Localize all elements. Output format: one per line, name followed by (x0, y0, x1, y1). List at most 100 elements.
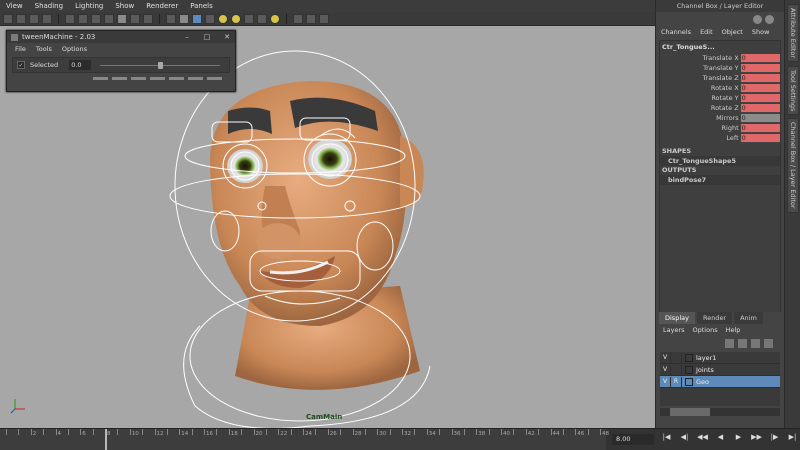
attr-right[interactable]: Right 0 (660, 123, 780, 133)
menu-tools[interactable]: Tools (36, 45, 52, 53)
menu-file[interactable]: File (15, 45, 26, 53)
safe-title-icon[interactable] (143, 13, 153, 24)
tab-channel-box[interactable]: Channel Box / Layer Editor (787, 118, 799, 213)
attr-rotate-x[interactable]: Rotate X0 (660, 83, 780, 93)
tab-render[interactable]: Render (696, 312, 733, 324)
tweenmachine-titlebar[interactable]: tweenMachine - 2.03 – □ ✕ (7, 31, 235, 43)
layer-row[interactable]: V Joints (660, 364, 780, 376)
camera-attributes-icon[interactable] (16, 13, 26, 24)
attr-translate-y[interactable]: Translate Y0 (660, 63, 780, 73)
attr-value[interactable]: 0 (740, 133, 780, 143)
visibility-toggle[interactable]: V (660, 364, 671, 375)
tween-preset-button[interactable] (112, 77, 127, 80)
step-forward-key-icon[interactable]: |▶ (768, 433, 781, 441)
menu-object[interactable]: Object (722, 28, 743, 36)
selected-checkbox[interactable]: ✓ (17, 61, 25, 69)
tween-slider[interactable] (100, 61, 221, 69)
step-forward-frame-icon[interactable]: ▶▶ (750, 433, 763, 441)
layer-row[interactable]: V R Geo (660, 376, 780, 388)
gate-mask-icon[interactable] (104, 13, 114, 24)
help-icon[interactable] (753, 14, 762, 24)
use-all-lights-icon[interactable] (218, 13, 228, 24)
xray-active-icon[interactable] (306, 13, 316, 24)
smooth-shade-icon[interactable] (179, 13, 189, 24)
menu-options[interactable]: Options (693, 326, 718, 334)
attr-value[interactable]: 0 (740, 53, 780, 63)
grid-icon[interactable] (65, 13, 75, 24)
menu-channels[interactable]: Channels (661, 28, 691, 36)
maximize-button[interactable]: □ (199, 32, 215, 42)
xray-icon[interactable] (244, 13, 254, 24)
display-type-toggle[interactable] (671, 352, 682, 363)
layer-color-swatch[interactable] (685, 365, 693, 374)
visibility-toggle[interactable]: V (660, 376, 671, 387)
slider-handle[interactable] (158, 61, 164, 69)
tween-preset-button[interactable] (93, 77, 108, 80)
menu-options[interactable]: Options (62, 45, 87, 53)
layer-color-swatch[interactable] (685, 353, 693, 362)
tween-value-field[interactable]: 0.0 (69, 60, 92, 70)
film-gate-icon[interactable] (78, 13, 88, 24)
move-layer-down-icon[interactable] (738, 338, 747, 348)
go-to-end-icon[interactable]: ▶| (786, 433, 799, 441)
image-plane-icon[interactable] (42, 13, 52, 24)
menu-view[interactable]: View (6, 2, 23, 10)
attr-rotate-y[interactable]: Rotate Y0 (660, 93, 780, 103)
tab-attribute-editor[interactable]: Attribute Editor (787, 4, 799, 63)
output-node[interactable]: bindPose7 (660, 175, 780, 185)
current-time-indicator[interactable] (105, 429, 107, 450)
layer-scrollbar[interactable] (660, 408, 780, 416)
tween-preset-button[interactable] (188, 77, 203, 80)
menu-show[interactable]: Show (115, 2, 134, 10)
tween-preset-button[interactable] (207, 77, 222, 80)
menu-edit[interactable]: Edit (700, 28, 713, 36)
close-button[interactable]: ✕ (219, 32, 235, 42)
tween-preset-button[interactable] (150, 77, 165, 80)
layer-row[interactable]: V layer1 (660, 352, 780, 364)
shadows-icon[interactable] (231, 13, 241, 24)
step-back-key-icon[interactable]: ◀| (678, 433, 691, 441)
menu-lighting[interactable]: Lighting (75, 2, 103, 10)
menu-panels[interactable]: Panels (190, 2, 213, 10)
play-forward-icon[interactable]: ▶ (732, 433, 745, 441)
hardware-texturing-icon[interactable] (270, 13, 280, 24)
attr-value[interactable]: 0 (740, 113, 780, 123)
tab-anim[interactable]: Anim (734, 312, 763, 324)
frame-selection-icon[interactable] (319, 13, 329, 24)
tab-display[interactable]: Display (659, 312, 695, 324)
minimize-button[interactable]: – (179, 32, 195, 42)
layer-color-swatch[interactable] (685, 377, 693, 386)
step-back-frame-icon[interactable]: ◀◀ (696, 433, 709, 441)
move-layer-up-icon[interactable] (725, 338, 734, 348)
textured-icon[interactable] (192, 13, 202, 24)
menu-show[interactable]: Show (752, 28, 770, 36)
menu-renderer[interactable]: Renderer (146, 2, 178, 10)
current-frame-field[interactable]: 8.00 (612, 434, 654, 445)
tween-preset-button[interactable] (169, 77, 184, 80)
safe-action-icon[interactable] (130, 13, 140, 24)
shape-node[interactable]: Ctr_TongueShape5 (660, 156, 780, 166)
wireframe-icon[interactable] (166, 13, 176, 24)
attr-value[interactable]: 0 (740, 63, 780, 73)
new-layer-icon[interactable] (751, 338, 760, 348)
menu-layers[interactable]: Layers (663, 326, 685, 334)
bookmark-icon[interactable] (29, 13, 39, 24)
go-to-start-icon[interactable]: |◀ (660, 433, 673, 441)
attr-translate-x[interactable]: Translate X0 (660, 53, 780, 63)
attr-value[interactable]: 0 (740, 93, 780, 103)
attr-value[interactable]: 0 (740, 123, 780, 133)
menu-help[interactable]: Help (726, 326, 741, 334)
visibility-toggle[interactable]: V (660, 352, 671, 363)
attr-left[interactable]: Left 0 (660, 133, 780, 143)
attr-value[interactable]: 0 (740, 73, 780, 83)
wireframe-on-shaded-icon[interactable] (205, 13, 215, 24)
new-layer-selected-icon[interactable] (764, 338, 773, 348)
attr-mirrors[interactable]: Mirrors 0 (660, 113, 780, 123)
resolution-gate-icon[interactable] (91, 13, 101, 24)
field-chart-icon[interactable] (117, 13, 127, 24)
attr-value[interactable]: 0 (740, 83, 780, 93)
settings-icon[interactable] (765, 14, 774, 24)
scrollbar-thumb[interactable] (670, 408, 710, 416)
isolate-select-icon[interactable] (293, 13, 303, 24)
play-back-icon[interactable]: ◀ (714, 433, 727, 441)
